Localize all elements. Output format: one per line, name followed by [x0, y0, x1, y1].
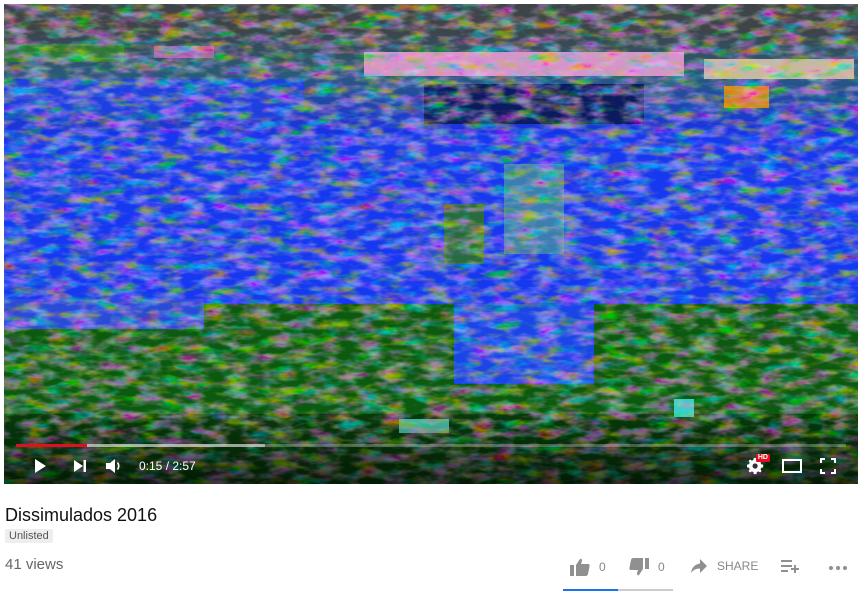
settings-button[interactable]: HD	[744, 454, 770, 478]
video-title: Dissimulados 2016	[5, 505, 158, 525]
fullscreen-icon	[820, 458, 836, 474]
time-display: 0:15 / 2:57	[139, 459, 196, 473]
play-button[interactable]	[28, 454, 52, 478]
time-total: 2:57	[172, 459, 196, 473]
theater-mode-icon	[782, 459, 802, 473]
dislike-count: 0	[658, 560, 665, 574]
sentiment-bar-dislike	[618, 589, 673, 591]
progress-bar[interactable]	[16, 444, 846, 447]
thumbs-down-icon	[629, 558, 649, 576]
like-button[interactable]: 0	[570, 558, 606, 576]
share-icon	[691, 559, 707, 573]
next-icon	[74, 460, 86, 472]
sentiment-bar-like	[563, 589, 618, 591]
share-button[interactable]: SHARE	[690, 558, 758, 574]
next-button[interactable]	[68, 454, 92, 478]
theater-mode-button[interactable]	[780, 454, 804, 478]
play-icon	[35, 459, 46, 473]
video-player[interactable]: 0:15 / 2:57 HD	[4, 4, 858, 484]
add-to-playlist-button[interactable]	[781, 559, 799, 573]
video-frame[interactable]	[4, 4, 858, 484]
thumbs-up-icon	[570, 558, 590, 576]
fullscreen-button[interactable]	[816, 454, 840, 478]
time-current: 0:15	[139, 459, 163, 473]
controls-gradient	[4, 414, 858, 484]
hd-badge: HD	[755, 454, 770, 462]
like-count: 0	[599, 560, 606, 574]
volume-icon	[106, 459, 120, 473]
more-actions-button[interactable]	[828, 561, 848, 575]
more-icon	[829, 566, 847, 570]
view-count: 41 views	[5, 556, 64, 573]
dislike-button[interactable]: 0	[629, 558, 665, 576]
share-label: SHARE	[717, 559, 759, 573]
volume-button[interactable]	[102, 454, 126, 478]
progress-played	[16, 444, 87, 447]
add-to-playlist-icon	[781, 560, 799, 573]
time-separator: /	[162, 459, 173, 473]
unlisted-badge: Unlisted	[5, 529, 53, 543]
